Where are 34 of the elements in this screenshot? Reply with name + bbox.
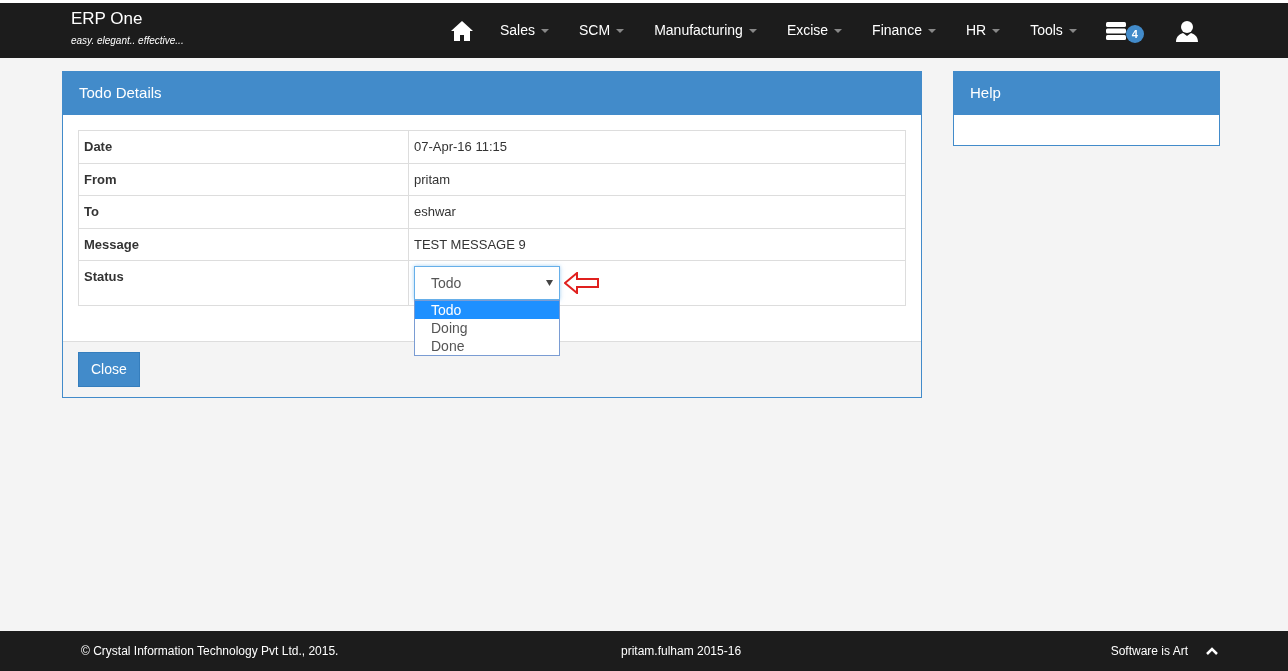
app-title[interactable]: ERP One bbox=[71, 10, 451, 27]
dropdown-option[interactable]: Done bbox=[415, 337, 559, 355]
user-year-text: pritam.fulham 2015-16 bbox=[621, 643, 743, 660]
close-button[interactable]: Close bbox=[78, 352, 140, 387]
panel-title: Help bbox=[954, 72, 1219, 115]
server-stack-icon[interactable] bbox=[1105, 21, 1126, 40]
chevron-up-icon[interactable] bbox=[1206, 647, 1218, 655]
arrow-left-icon bbox=[564, 272, 600, 294]
field-label: From bbox=[78, 163, 409, 196]
menu-item[interactable]: Excise bbox=[771, 20, 858, 41]
menu-item[interactable]: Finance bbox=[857, 20, 951, 41]
menu-item[interactable]: HR bbox=[950, 20, 1016, 41]
menu-item[interactable]: Tools bbox=[1015, 20, 1092, 41]
caret-icon bbox=[546, 280, 553, 286]
home-icon[interactable] bbox=[451, 20, 473, 41]
field-label: Message bbox=[78, 228, 409, 261]
field-value: eshwar bbox=[408, 195, 906, 228]
dropdown-option[interactable]: Doing bbox=[415, 319, 559, 337]
field-value: 07-Apr-16 11:15 bbox=[408, 130, 906, 163]
field-value: TEST MESSAGE 9 bbox=[408, 228, 906, 261]
field-label: To bbox=[78, 195, 409, 228]
menu-item[interactable]: SCM bbox=[564, 20, 640, 41]
status-select[interactable]: Todo bbox=[414, 266, 560, 300]
slogan-text: Software is Art bbox=[1110, 643, 1188, 660]
notification-count: 4 bbox=[1125, 24, 1144, 43]
panel-title: Todo Details bbox=[63, 72, 921, 115]
field-label: Status bbox=[78, 260, 409, 306]
field-label: Date bbox=[78, 130, 409, 163]
user-icon[interactable] bbox=[1175, 19, 1198, 42]
menu-item[interactable]: Sales bbox=[485, 20, 565, 41]
app-tagline: easy. elegant.. effective... bbox=[71, 34, 185, 48]
copyright-text: © Crystal Information Technology Pvt Ltd., 2015. bbox=[81, 643, 340, 660]
field-value: pritam bbox=[408, 163, 906, 196]
menu-item[interactable]: Manufacturing bbox=[639, 20, 772, 41]
